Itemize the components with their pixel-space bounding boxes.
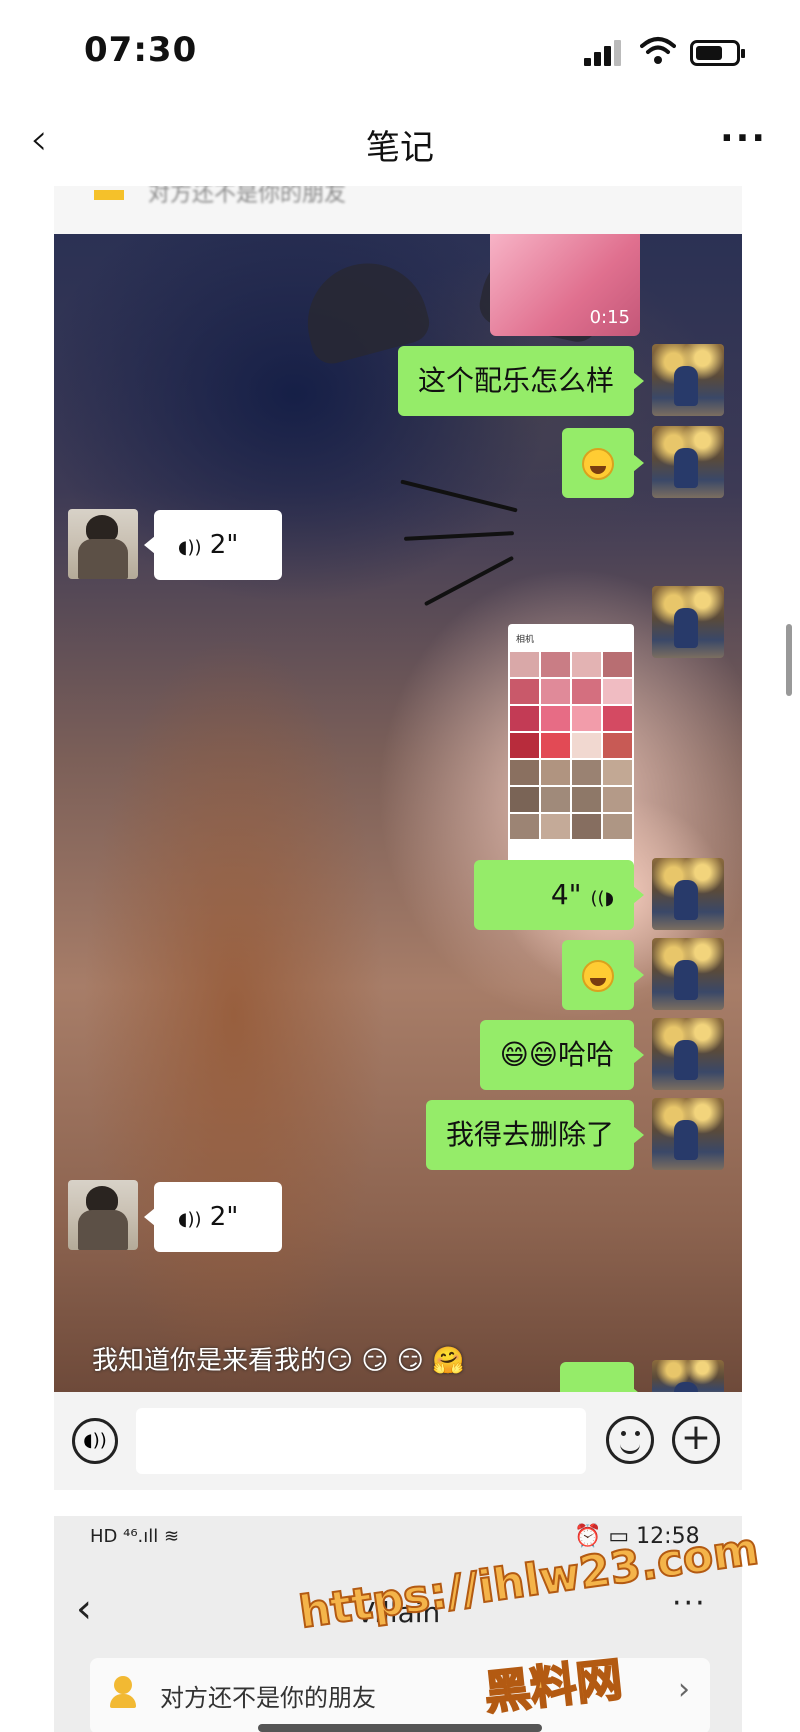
voice-duration: 4" [550, 878, 582, 911]
message-bubble[interactable]: 这个配乐怎么样 [397, 346, 645, 416]
signal-icon [584, 38, 624, 66]
more-icon[interactable]: ··· [672, 1586, 707, 1621]
avatar[interactable] [652, 426, 724, 498]
add-friend-icon [110, 1676, 140, 1710]
grin-emoji-icon [582, 448, 614, 480]
home-indicator [258, 1724, 542, 1732]
input-bar: ◖)) + [54, 1392, 742, 1490]
sweat-emoji-icon [582, 960, 614, 992]
message-bubble[interactable]: 😄😄哈哈 [479, 1020, 645, 1090]
voice-duration: 2" [209, 530, 239, 560]
emoji-message[interactable] [562, 428, 644, 498]
overlay-caption: 我知道你是来看我的😏 😏 😏 🤗 [92, 1346, 465, 1376]
emoji-message[interactable] [562, 940, 644, 1010]
avatar[interactable] [652, 1018, 724, 1090]
wifi-icon [640, 37, 676, 64]
voice-icon: ((◗ [590, 888, 614, 909]
video-message[interactable]: 0:15 [490, 234, 640, 336]
voice-message[interactable]: 4" ((◗ [474, 860, 644, 930]
message-bubble-partial[interactable] [560, 1362, 644, 1392]
avatar[interactable] [68, 1180, 138, 1250]
voice-input-button[interactable]: ◖)) [72, 1418, 118, 1464]
avatar[interactable] [652, 586, 724, 658]
voice-icon: ◖)) [178, 537, 202, 558]
voice-duration: 2" [209, 1202, 239, 1232]
battery-icon [690, 40, 745, 66]
voice-icon: ◖)) [178, 1209, 202, 1230]
avatar[interactable] [652, 858, 724, 930]
screenshot-top-strip: 对方还不是你的朋友 [54, 186, 742, 234]
page-title: 笔记 [366, 128, 434, 168]
scrollbar[interactable] [786, 624, 792, 696]
avatar[interactable] [68, 509, 138, 579]
message-bubble[interactable]: 我得去删除了 [425, 1100, 645, 1170]
status-time: 07:30 [84, 30, 198, 70]
message-input[interactable] [136, 1408, 586, 1474]
chat-background-photo: ♥ 0:15 这个配乐怎么样 ◖)) 2" 相机 [54, 234, 742, 1392]
voice-message[interactable]: ◖)) 2" [144, 510, 282, 580]
avatar[interactable] [652, 1098, 724, 1170]
avatar[interactable] [652, 1360, 724, 1392]
chevron-right-icon: › [678, 1672, 690, 1707]
status-icons-left: HD ⁴⁶.ıll ≋ [90, 1526, 180, 1547]
image-message[interactable]: 相机 [508, 624, 634, 888]
album-header: 相机 [516, 635, 535, 645]
voice-message[interactable]: ◖)) 2" [144, 1182, 282, 1252]
avatar[interactable] [652, 344, 724, 416]
chat-screenshot: 对方还不是你的朋友 ♥ 0:15 这个配乐怎么样 ◖)) 2" 相机 [54, 186, 742, 1392]
banner-text: 对方还不是你的朋友 [160, 1684, 376, 1712]
plus-button[interactable]: + [672, 1416, 720, 1464]
album-grid [508, 650, 634, 841]
video-duration: 0:15 [589, 307, 630, 328]
more-button[interactable]: ··· [720, 118, 770, 159]
emoji-button[interactable] [606, 1416, 654, 1464]
avatar[interactable] [652, 938, 724, 1010]
